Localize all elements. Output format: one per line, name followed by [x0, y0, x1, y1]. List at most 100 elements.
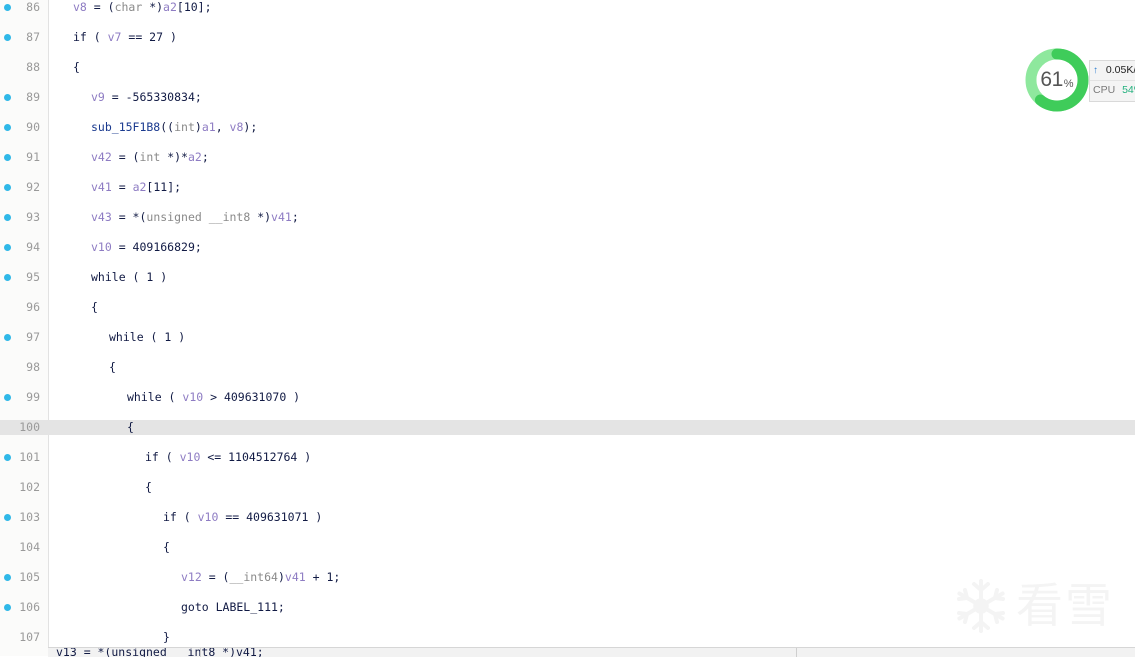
code-token-plain: ((: [160, 120, 175, 134]
code-token-plain: = (: [201, 570, 230, 584]
line-number: 99: [26, 390, 40, 404]
code-line[interactable]: 88 {: [0, 60, 1135, 75]
code-line[interactable]: 98 {: [0, 360, 1135, 375]
code-token-plain: {: [127, 420, 134, 434]
code-line-text: }: [163, 630, 170, 645]
code-line[interactable]: 104 {: [0, 540, 1135, 555]
line-number: 96: [26, 300, 40, 314]
code-token-plain: if (: [145, 450, 180, 464]
code-token-plain: while ( 1 ): [109, 330, 186, 344]
code-token-plain: = *(: [111, 210, 147, 224]
code-token-plain: {: [91, 300, 98, 314]
cpu-ring-label: 61 %: [1024, 47, 1090, 113]
code-line-text: sub_15F1B8((int)a1, v8);: [91, 120, 257, 135]
code-line-text: goto LABEL_111;: [181, 600, 285, 615]
code-token-plain: = (: [86, 0, 115, 14]
code-token-fn: sub_15F1B8: [91, 120, 161, 134]
system-monitor-panel[interactable]: ↑ 0.05K/ CPU 54%: [1089, 60, 1135, 102]
code-token-var: v43: [91, 210, 112, 224]
line-number: 91: [26, 150, 40, 164]
code-line[interactable]: 97 while ( 1 ): [0, 330, 1135, 345]
code-line[interactable]: 103 if ( v10 == 409631071 ): [0, 510, 1135, 525]
code-token-var: v12: [181, 570, 202, 584]
code-token-plain: [11];: [146, 180, 182, 194]
code-line-text: v8 = (char *)a2[10];: [73, 0, 212, 15]
code-line[interactable]: 107}: [0, 630, 1135, 645]
code-token-var: a2: [187, 150, 202, 164]
code-token-plain: <= 1104512764 ): [200, 450, 312, 464]
line-number: 102: [19, 480, 40, 494]
code-line[interactable]: 106 goto LABEL_111;: [0, 600, 1135, 615]
code-line[interactable]: 91 v42 = (int *)*a2;: [0, 150, 1135, 165]
code-token-plain: );: [243, 120, 258, 134]
code-line[interactable]: 89 v9 = -565330834;: [0, 90, 1135, 105]
line-number: 106: [19, 600, 40, 614]
code-line[interactable]: 90 sub_15F1B8((int)a1, v8);: [0, 120, 1135, 135]
cpu-usage-ring-widget[interactable]: 61 %: [1024, 47, 1090, 113]
code-line[interactable]: 92 v41 = a2[11];: [0, 180, 1135, 195]
line-number: 105: [19, 570, 40, 584]
code-line-text: v10 = 409166829;: [91, 240, 202, 255]
code-line-text: v9 = -565330834;: [91, 90, 202, 105]
code-line-text: while ( 1 ): [91, 270, 167, 285]
line-number: 103: [19, 510, 40, 524]
code-token-plain: *): [250, 210, 272, 224]
code-line[interactable]: 94 v10 = 409166829;: [0, 240, 1135, 255]
code-line[interactable]: 101 if ( v10 <= 1104512764 ): [0, 450, 1135, 465]
code-token-var: v10: [182, 390, 204, 404]
code-line-text: if ( v10 == 409631071 ): [163, 510, 322, 525]
code-line[interactable]: 105 v12 = (__int64)v41 + 1;: [0, 570, 1135, 585]
code-token-plain: + 1;: [305, 570, 341, 584]
code-token-plain: == 409631071 ): [218, 510, 323, 524]
code-token-var: v9: [91, 90, 105, 104]
code-token-plain: > 409631070 ): [203, 390, 301, 404]
code-line-text: while ( v10 > 409631070 ): [127, 390, 300, 405]
code-token-plain: = -565330834;: [104, 90, 202, 104]
code-token-plain: *): [142, 0, 164, 14]
line-number: 90: [26, 120, 40, 134]
line-number: 95: [26, 270, 40, 284]
cpu-usage-row: CPU 54%: [1090, 80, 1135, 100]
code-line-text: v12 = (__int64)v41 + 1;: [181, 570, 340, 585]
code-token-var: a1: [201, 120, 216, 134]
upload-rate-value: 0.05K/: [1105, 64, 1135, 76]
line-number: 97: [26, 330, 40, 344]
code-token-plain: = (: [111, 150, 140, 164]
line-number: 94: [26, 240, 40, 254]
code-line-text: if ( v10 <= 1104512764 ): [145, 450, 311, 465]
code-line-list: 86 v8 = (char *)a2[10]; 87 if ( v7 == 27 ) 8…: [0, 0, 1135, 645]
pseudocode-editor[interactable]: 86 v8 = (char *)a2[10]; 87 if ( v7 == 27 ) 8…: [0, 0, 1135, 656]
code-line-text: v42 = (int *)*a2;: [91, 150, 209, 165]
code-token-kw: char: [114, 0, 143, 14]
cpu-ring-value: 61: [1040, 68, 1063, 91]
cpu-ring-percent-symbol: %: [1063, 77, 1074, 90]
code-line-text: v43 = *(unsigned __int8 *)v41;: [91, 210, 299, 225]
code-line[interactable]: 86 v8 = (char *)a2[10];: [0, 0, 1135, 15]
line-number: 92: [26, 180, 40, 194]
code-token-plain: ,: [215, 120, 230, 134]
code-line-text: {: [91, 300, 98, 315]
line-number: 104: [19, 540, 40, 554]
line-number: 93: [26, 210, 40, 224]
code-token-plain: goto LABEL_111;: [181, 600, 285, 614]
network-upload-row: ↑ 0.05K/: [1090, 61, 1135, 80]
code-token-kw: int: [139, 150, 161, 164]
code-token-plain: {: [109, 360, 116, 374]
code-line[interactable]: 102 {: [0, 480, 1135, 495]
code-line[interactable]: 96 {: [0, 300, 1135, 315]
code-line[interactable]: 93 v43 = *(unsigned __int8 *)v41;: [0, 210, 1135, 225]
code-token-var: v42: [91, 150, 112, 164]
code-token-plain: {: [163, 540, 170, 554]
code-token-var: v10: [197, 510, 219, 524]
code-line[interactable]: 100 {: [0, 420, 1135, 435]
code-token-plain: if (: [163, 510, 198, 524]
code-token-plain: ): [194, 120, 202, 134]
code-token-plain: == 27 ): [121, 30, 177, 44]
code-line-text: {: [109, 360, 116, 375]
line-number: 86: [26, 0, 40, 14]
code-token-kw: unsigned __int8: [146, 210, 251, 224]
code-line[interactable]: 95 while ( 1 ): [0, 270, 1135, 285]
code-line[interactable]: 99 while ( v10 > 409631070 ): [0, 390, 1135, 405]
code-token-plain: {: [145, 480, 152, 494]
code-line[interactable]: 87 if ( v7 == 27 ): [0, 30, 1135, 45]
